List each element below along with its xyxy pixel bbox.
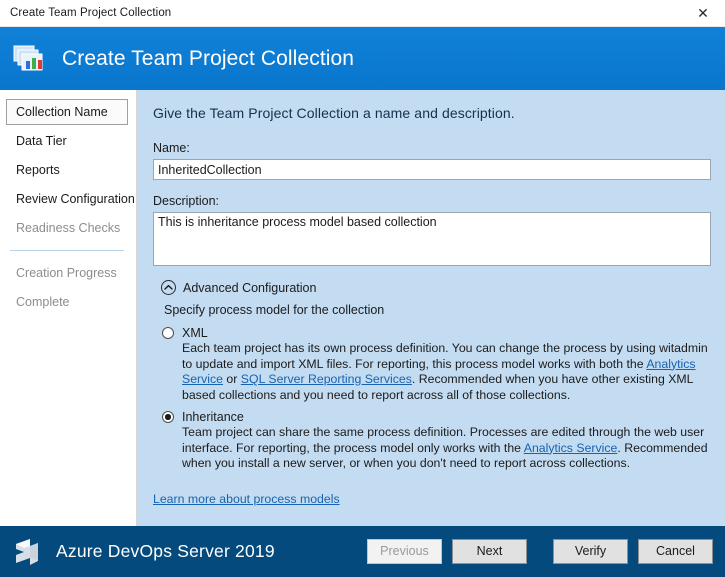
advanced-configuration-toggle[interactable]: Advanced Configuration <box>161 280 711 295</box>
close-icon[interactable]: ✕ <box>681 1 725 26</box>
collection-stack-icon <box>12 41 50 77</box>
collection-name-input[interactable] <box>153 159 711 180</box>
sidebar-divider <box>10 250 124 251</box>
analytics-service-link-2[interactable]: Analytics Service <box>524 441 618 455</box>
header-banner: Create Team Project Collection <box>0 27 725 90</box>
page-title: Give the Team Project Collection a name … <box>153 105 711 121</box>
header-title: Create Team Project Collection <box>62 47 354 71</box>
radio-xml-label: XML <box>182 326 208 340</box>
radio-option-inheritance[interactable]: Inheritance Team project can share the s… <box>162 410 711 472</box>
sidebar-item-data-tier[interactable]: Data Tier <box>6 128 128 154</box>
description-label: Description: <box>153 194 711 208</box>
previous-button[interactable]: Previous <box>367 539 442 564</box>
titlebar-title: Create Team Project Collection <box>10 7 171 19</box>
product-name: Azure DevOps Server 2019 <box>56 541 357 562</box>
specify-process-model-label: Specify process model for the collection <box>164 303 711 317</box>
radio-xml-mark[interactable] <box>162 327 174 339</box>
titlebar: Create Team Project Collection ✕ <box>0 0 725 27</box>
sidebar-item-collection-name[interactable]: Collection Name <box>6 99 128 125</box>
footer-bar: Azure DevOps Server 2019 Previous Next V… <box>0 526 725 577</box>
create-collection-wizard-window: Create Team Project Collection ✕ Create … <box>0 0 725 577</box>
xml-desc-text-2: or <box>223 372 241 386</box>
verify-button[interactable]: Verify <box>553 539 628 564</box>
radio-inheritance-description: Team project can share the same process … <box>182 425 711 472</box>
sql-server-reporting-services-link[interactable]: SQL Server Reporting Services <box>241 372 412 386</box>
wizard-sidebar: Collection Name Data Tier Reports Review… <box>0 90 137 526</box>
wizard-body: Collection Name Data Tier Reports Review… <box>0 90 725 526</box>
sidebar-item-review-configuration[interactable]: Review Configuration <box>6 186 128 212</box>
process-model-radio-group: XML Each team project has its own proces… <box>162 326 711 472</box>
radio-xml-description: Each team project has its own process de… <box>182 341 711 403</box>
sidebar-item-readiness-checks: Readiness Checks <box>6 215 128 241</box>
next-button[interactable]: Next <box>452 539 527 564</box>
sidebar-item-reports[interactable]: Reports <box>6 157 128 183</box>
sidebar-item-complete: Complete <box>6 289 128 315</box>
learn-more-process-models-link[interactable]: Learn more about process models <box>153 492 340 506</box>
cancel-button[interactable]: Cancel <box>638 539 713 564</box>
radio-inheritance-label: Inheritance <box>182 410 244 424</box>
collection-description-input[interactable] <box>153 212 711 266</box>
chevron-up-icon <box>161 280 176 295</box>
advanced-configuration-label: Advanced Configuration <box>183 281 316 295</box>
xml-desc-text-1: Each team project has its own process de… <box>182 341 708 371</box>
sidebar-item-creation-progress: Creation Progress <box>6 260 128 286</box>
name-label: Name: <box>153 141 711 155</box>
radio-inheritance-mark[interactable] <box>162 411 174 423</box>
azure-devops-logo-icon <box>10 535 44 569</box>
content-pane: Give the Team Project Collection a name … <box>137 90 725 526</box>
radio-option-xml[interactable]: XML Each team project has its own proces… <box>162 326 711 403</box>
